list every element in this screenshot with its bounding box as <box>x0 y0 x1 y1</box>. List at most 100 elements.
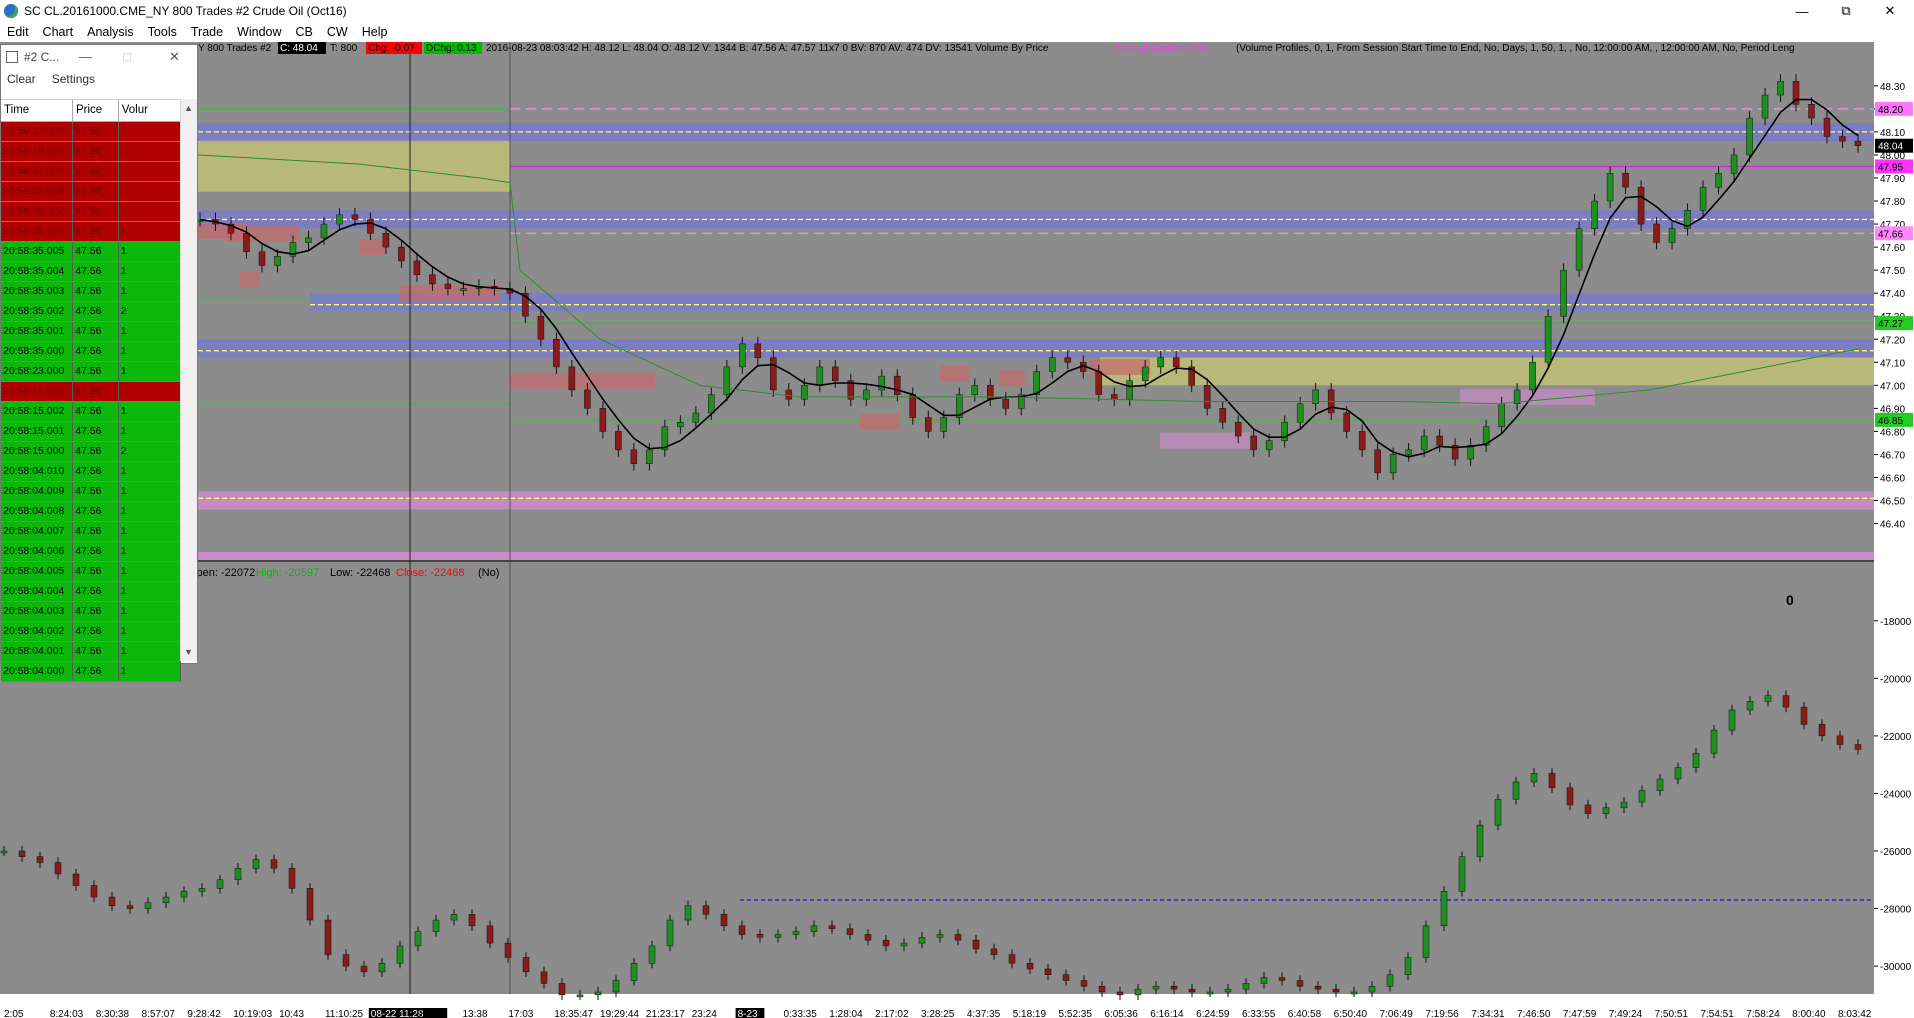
time-tick-label: 17:03 <box>508 1009 533 1018</box>
table-row[interactable]: 20:58:35.005 47.56 1 <box>1 242 181 262</box>
menu-analysis[interactable]: Analysis <box>80 25 141 39</box>
delta-bar <box>1584 804 1592 814</box>
table-row[interactable]: 20:58:04.010 47.56 1 <box>1 462 181 482</box>
minimize-button[interactable]: — <box>1780 0 1824 22</box>
delta-bar <box>666 919 674 947</box>
table-row[interactable]: 20:58:04.006 47.56 1 <box>1 542 181 562</box>
time-tick-label: 8:03:42 <box>1838 1009 1872 1018</box>
candle-body <box>1343 412 1350 432</box>
price-tick-label: 46.40 <box>1880 520 1905 531</box>
table-row[interactable]: 20:58:04.004 47.56 1 <box>1 582 181 602</box>
price-marker-label: 47.66 <box>1878 229 1903 240</box>
price-tick-label: 47.20 <box>1880 335 1905 346</box>
cell-time: 20:58:04.009 <box>1 482 74 501</box>
value-area-band <box>198 134 510 192</box>
scroll-down-icon[interactable]: ▼ <box>184 647 193 657</box>
menu-tools[interactable]: Tools <box>141 25 184 39</box>
price-marker-label: 48.20 <box>1878 105 1903 116</box>
candle-body <box>1730 154 1738 174</box>
delta-bar <box>1638 790 1646 803</box>
delta-tick-label: -20000 <box>1880 674 1912 685</box>
last-price-label: C: 48.04 <box>280 43 318 54</box>
time-tick-label: 3:28:25 <box>921 1009 955 1018</box>
table-row[interactable]: 20:58:35.003 47.56 1 <box>1 282 181 302</box>
table-row[interactable]: 20:59:22.000 47.56 1 <box>1 122 181 142</box>
ts-close-icon[interactable]: ✕ <box>169 49 180 65</box>
menu-edit[interactable]: Edit <box>0 25 36 39</box>
table-row[interactable]: 20:58:35.007 47.56 1 <box>1 202 181 222</box>
table-row[interactable]: 20:58:15.003 47.56 1 <box>1 382 181 402</box>
table-row[interactable]: 20:58:35.002 47.56 2 <box>1 302 181 322</box>
table-row[interactable]: 20:58:04.007 47.56 1 <box>1 522 181 542</box>
cell-time: 20:59:18.000 <box>1 142 74 161</box>
candle-body <box>1823 117 1831 137</box>
menu-cb[interactable]: CB <box>289 25 320 39</box>
col-price[interactable]: Price <box>73 100 119 121</box>
table-row[interactable]: 20:58:04.008 47.56 1 <box>1 502 181 522</box>
col-volume[interactable]: Volur <box>119 100 181 121</box>
cell-price: 47.56 <box>73 462 119 481</box>
scroll-up-icon[interactable]: ▲ <box>184 103 193 113</box>
delta-bar <box>1044 968 1052 975</box>
price-chart[interactable]: 48.3048.2048.1048.0047.9047.8047.7047.60… <box>0 42 1914 1018</box>
delta-bar <box>1350 991 1358 995</box>
clear-button[interactable]: Clear <box>7 72 36 86</box>
close-button[interactable]: ✕ <box>1868 0 1912 22</box>
delta-bar <box>1404 957 1412 975</box>
cell-time: 20:59:22.000 <box>1 122 74 141</box>
delta-bar <box>792 931 800 935</box>
menu-trade[interactable]: Trade <box>184 25 230 39</box>
ts-minimize-icon[interactable]: — <box>79 49 92 64</box>
table-row[interactable]: 20:58:35.004 47.56 1 <box>1 262 181 282</box>
chart-window[interactable]: 48.3048.2048.1048.0047.9047.8047.7047.60… <box>0 42 1914 1018</box>
cell-price: 47.56 <box>73 422 119 441</box>
price-tick-label: 47.50 <box>1880 266 1905 277</box>
level-band <box>198 339 1874 358</box>
table-row[interactable]: 20:59:18.000 47.56 1 <box>1 142 181 162</box>
table-row[interactable]: 20:58:04.005 47.56 1 <box>1 562 181 582</box>
col-time[interactable]: Time <box>1 100 73 121</box>
delta-bar <box>1116 991 1124 996</box>
table-row[interactable]: 20:58:04.001 47.56 1 <box>1 642 181 662</box>
table-row[interactable]: 20:58:23.000 47.56 1 <box>1 362 181 382</box>
delta-bar <box>486 925 494 944</box>
daily-change-label: DChg: 0.13 <box>426 43 477 54</box>
menu-window[interactable]: Window <box>230 25 288 39</box>
table-row[interactable]: 20:58:15.001 47.56 1 <box>1 422 181 442</box>
delta-tail: (No) <box>478 567 499 579</box>
poc-label: Point of Control: 0.00 <box>1114 43 1208 54</box>
time-tick-label: 1:28:04 <box>829 1009 863 1018</box>
time-and-sales-window[interactable]: #2 C... — □ ✕ Clear Settings Time Price … <box>0 44 198 682</box>
menu-help[interactable]: Help <box>355 25 395 39</box>
delta-bar <box>126 905 134 909</box>
table-row[interactable]: 20:58:04.003 47.56 1 <box>1 602 181 622</box>
table-row[interactable]: 20:58:41.000 47.56 1 <box>1 162 181 182</box>
table-row[interactable]: 20:58:04.002 47.56 1 <box>1 622 181 642</box>
restore-button[interactable]: ⧉ <box>1824 0 1868 22</box>
menu-chart[interactable]: Chart <box>36 25 81 39</box>
cell-time: 20:58:35.005 <box>1 242 74 261</box>
table-row[interactable]: 20:58:04.009 47.56 1 <box>1 482 181 502</box>
table-row[interactable]: 20:58:15.000 47.56 2 <box>1 442 181 462</box>
table-row[interactable]: 20:58:35.000 47.56 1 <box>1 342 181 362</box>
candle-body <box>320 223 328 239</box>
delta-bar <box>1170 985 1178 990</box>
cell-volume: 1 <box>119 462 181 481</box>
cell-volume: 1 <box>119 402 181 421</box>
cell-time: 20:58:35.002 <box>1 302 74 321</box>
table-row[interactable]: 20:58:35.006 47.56 6 <box>1 222 181 242</box>
settings-button[interactable]: Settings <box>52 72 95 86</box>
table-row[interactable]: 20:58:04.000 47.56 1 <box>1 662 181 682</box>
cell-time: 20:58:35.007 <box>1 202 74 221</box>
table-row[interactable]: 20:58:15.002 47.56 1 <box>1 402 181 422</box>
delta-bar <box>504 942 512 958</box>
menu-cw[interactable]: CW <box>320 25 355 39</box>
table-row[interactable]: 20:58:35.008 47.56 1 <box>1 182 181 202</box>
delta-bar <box>1602 807 1610 814</box>
delta-bar <box>1206 991 1214 995</box>
cell-price: 47.56 <box>73 502 119 521</box>
vertical-scrollbar[interactable]: ▲ ▼ <box>180 99 197 661</box>
table-row[interactable]: 20:58:35.001 47.56 1 <box>1 322 181 342</box>
price-tick-label: 47.60 <box>1880 243 1905 254</box>
ts-maximize-icon[interactable]: □ <box>123 49 131 64</box>
